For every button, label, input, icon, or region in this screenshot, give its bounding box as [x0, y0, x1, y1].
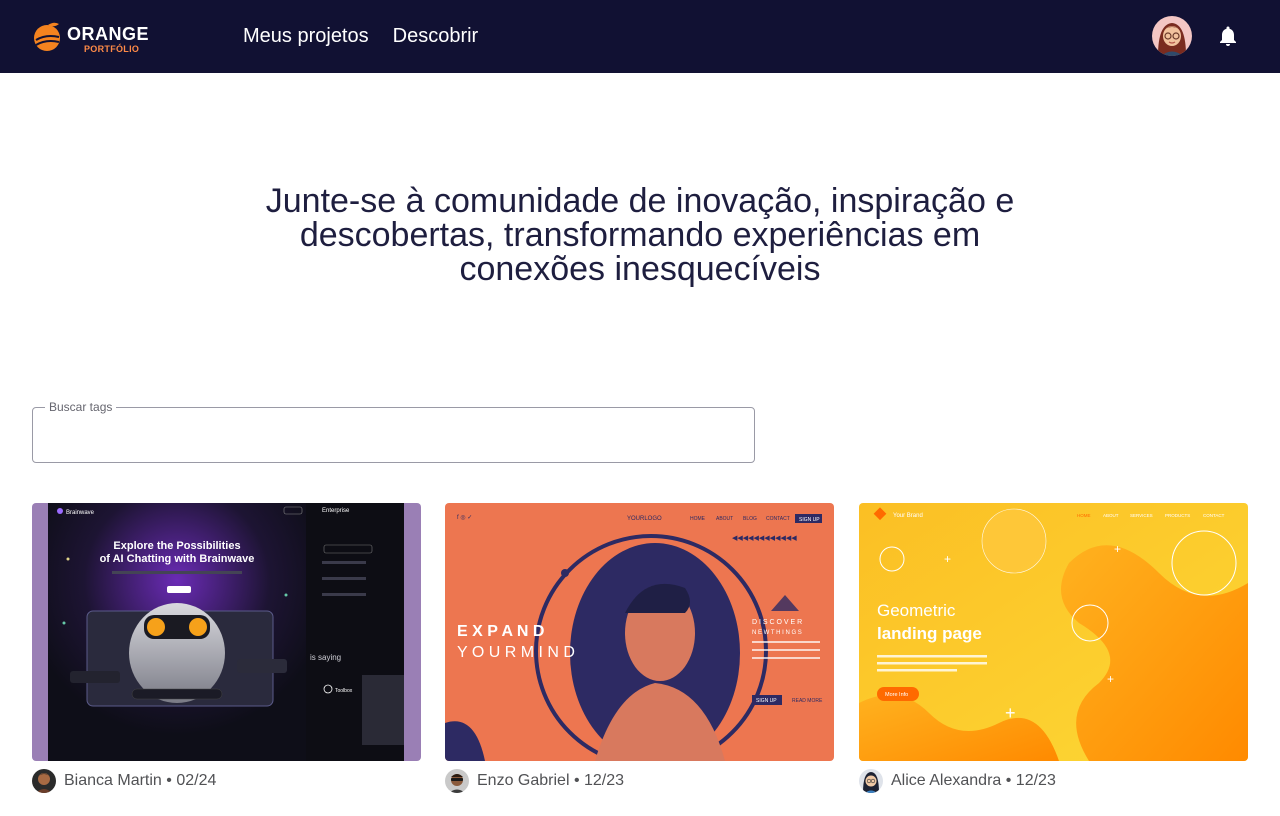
logo-brand-text: ORANGE: [67, 24, 150, 44]
thumb-discover: D I S C O V E R: [752, 619, 802, 626]
project-card: Brainwave Explore the Possibilities of A…: [32, 503, 421, 793]
project-date: 12/23: [1015, 772, 1056, 789]
hero-tagline: Junte-se à comunidade de inovação, inspi…: [265, 182, 1015, 288]
project-thumbnail-image: f ◎ ✓ YOURLOGO HOME ABOUT BLOG CONTACT S…: [445, 503, 834, 761]
author-avatar-image: [445, 769, 469, 793]
author-avatar[interactable]: [445, 769, 469, 793]
thumb-button: More Info: [885, 692, 908, 698]
thumb-headline-2: Y O U R M I N D: [457, 644, 575, 661]
thumb-headline-1: Explore the Possibilities: [113, 540, 240, 552]
svg-text:+: +: [1107, 672, 1114, 686]
svg-text:f ◎ ✓: f ◎ ✓: [457, 515, 472, 521]
thumb-button: SIGN UP: [756, 698, 777, 704]
user-avatar-image: [1152, 16, 1192, 56]
logo-subtitle-text: PORTFÓLIO: [84, 44, 140, 54]
thumb-headline-1: Geometric: [877, 601, 956, 620]
project-meta: Enzo Gabriel • 12/23: [445, 769, 624, 793]
thumb-brand-label: Your Brand: [893, 513, 923, 519]
nav-descobrir[interactable]: Descobrir: [393, 24, 479, 48]
thumb-logo: YOURLOGO: [627, 516, 662, 522]
thumb-discover-sub: N E W T H I N G S: [752, 630, 802, 636]
top-navigation-bar: ORANGE PORTFÓLIO Meus projetos Descobrir: [0, 0, 1280, 73]
svg-text:+: +: [1005, 703, 1016, 723]
svg-text:+: +: [944, 552, 951, 566]
bell-icon[interactable]: [1216, 24, 1240, 48]
thumb-headline-2: landing page: [877, 624, 982, 643]
project-thumbnail[interactable]: f ◎ ✓ YOURLOGO HOME ABOUT BLOG CONTACT S…: [445, 503, 834, 761]
author-avatar-image: [32, 769, 56, 793]
svg-text:◀◀◀◀◀◀◀◀◀◀◀◀: ◀◀◀◀◀◀◀◀◀◀◀◀: [732, 535, 797, 542]
project-card: f ◎ ✓ YOURLOGO HOME ABOUT BLOG CONTACT S…: [445, 503, 834, 793]
thumb-nav-home: HOME: [1077, 513, 1091, 518]
thumb-nav-blog: BLOG: [743, 516, 757, 522]
author-name[interactable]: Alice Alexandra: [891, 772, 1001, 789]
project-date: 12/23: [584, 772, 625, 789]
thumb-nav-home: HOME: [690, 516, 706, 522]
author-avatar-image: [859, 769, 883, 793]
project-thumbnail[interactable]: Brainwave Explore the Possibilities of A…: [32, 503, 421, 761]
thumb-link: READ MORE: [792, 698, 823, 704]
thumb-nav-about: ABOUT: [1103, 513, 1119, 518]
nav-meus-projetos[interactable]: Meus projetos: [243, 24, 369, 48]
svg-text:+: +: [1114, 542, 1121, 556]
orange-portfolio-logo[interactable]: ORANGE PORTFÓLIO: [32, 16, 152, 58]
thumb-nav-contact: CONTACT: [1203, 513, 1225, 518]
main-nav: Meus projetos Descobrir: [243, 24, 478, 48]
thumb-headline-1: E X P A N D: [457, 623, 544, 640]
thumb-nav-products: PRODUCTS: [1165, 513, 1190, 518]
thumb-headline-2: of AI Chatting with Brainwave: [100, 553, 255, 565]
thumb-nav-signup: SIGN UP: [799, 517, 820, 523]
author-avatar[interactable]: [32, 769, 56, 793]
project-date: 02/24: [176, 772, 217, 789]
author-name[interactable]: Bianca Martin: [64, 772, 162, 789]
thumb-nav-contact: CONTACT: [766, 516, 790, 522]
project-card: + + + + Your Brand HOME ABOUT SERVICES P…: [859, 503, 1248, 793]
tag-search-field[interactable]: Buscar tags: [32, 400, 755, 463]
project-meta: Bianca Martin • 02/24: [32, 769, 216, 793]
thumb-nav-services: SERVICES: [1130, 513, 1153, 518]
thumb-brand-label: Brainwave: [66, 510, 95, 516]
author-avatar[interactable]: [859, 769, 883, 793]
thumb-nav-about: ABOUT: [716, 516, 733, 522]
project-meta: Alice Alexandra • 12/23: [859, 769, 1056, 793]
thumb-side-name: Toolbox: [335, 688, 353, 694]
orange-logo-icon: [34, 22, 60, 51]
author-name[interactable]: Enzo Gabriel: [477, 772, 570, 789]
project-thumbnail-image: + + + + Your Brand HOME ABOUT SERVICES P…: [859, 503, 1248, 761]
project-thumbnail-image: Brainwave Explore the Possibilities of A…: [32, 503, 421, 761]
thumb-side-title: Enterprise: [322, 508, 350, 514]
tag-search-input[interactable]: [33, 408, 754, 462]
tag-search-label: Buscar tags: [45, 400, 117, 414]
user-avatar[interactable]: [1152, 16, 1192, 56]
thumb-side-note: is saying: [310, 653, 341, 662]
project-thumbnail[interactable]: + + + + Your Brand HOME ABOUT SERVICES P…: [859, 503, 1248, 761]
